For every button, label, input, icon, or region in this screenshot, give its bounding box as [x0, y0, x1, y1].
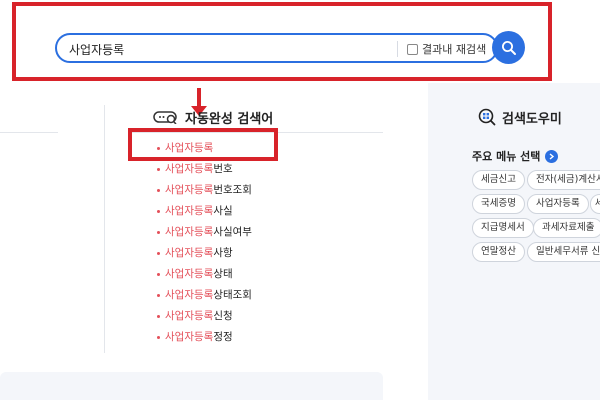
autocomplete-item[interactable]: 사업자등록상태조회 — [157, 285, 252, 306]
search-divider — [397, 41, 398, 57]
toggle-icon[interactable] — [153, 110, 179, 124]
menu-chip[interactable]: 지급명세서 — [472, 218, 534, 238]
menu-chip[interactable]: 연말정산 — [472, 242, 525, 262]
chevron-right-icon[interactable] — [545, 149, 559, 163]
menu-select-header[interactable]: 주요 메뉴 선택 — [472, 147, 559, 165]
search-button[interactable] — [492, 31, 525, 64]
search-help-icon — [478, 108, 496, 126]
menu-chip[interactable]: 국세증명 — [472, 194, 525, 214]
autocomplete-title: 자동완성 검색어 — [185, 111, 274, 127]
menu-select-title: 주요 메뉴 선택 — [472, 150, 541, 163]
autocomplete-item[interactable]: 사업자등록사실여부 — [157, 222, 252, 243]
bottom-panel — [0, 372, 383, 400]
divider — [104, 105, 105, 353]
autocomplete-item[interactable]: 사업자등록번호 — [157, 159, 252, 180]
menu-chip[interactable]: 일반세무서류 신청 — [527, 242, 600, 262]
search-input[interactable] — [69, 40, 379, 58]
annotation-box-first-item — [128, 128, 278, 161]
autocomplete-item[interactable]: 사업자등록상태 — [157, 264, 252, 285]
recheck-label: 결과내 재검색 — [422, 43, 487, 56]
recheck-checkbox[interactable] — [407, 43, 418, 55]
menu-chip[interactable]: 전자(세금)계산서 — [527, 170, 600, 190]
autocomplete-item[interactable]: 사업자등록신청 — [157, 306, 252, 327]
autocomplete-item[interactable]: 사업자등록정정 — [157, 327, 252, 348]
autocomplete-header: 자동완성 검색어 — [153, 106, 273, 128]
search-icon — [501, 40, 516, 55]
menu-chip[interactable]: 세금신고 — [472, 170, 525, 190]
autocomplete-list: 사업자등록 사업자등록번호 사업자등록번호조회 사업자등록사실 사업자등록사실여… — [157, 138, 252, 348]
help-header: 검색도우미 — [478, 106, 562, 128]
divider — [0, 132, 58, 133]
autocomplete-item[interactable]: 사업자등록번호조회 — [157, 180, 252, 201]
menu-chip[interactable]: 사업자등록 — [527, 194, 589, 214]
autocomplete-item[interactable]: 사업자등록사실 — [157, 201, 252, 222]
search-bar[interactable]: 결과내 재검색 — [55, 33, 498, 63]
help-title: 검색도우미 — [502, 111, 562, 127]
autocomplete-item[interactable]: 사업자등록사항 — [157, 243, 252, 264]
menu-chip[interactable]: 과세자료제출 — [533, 218, 600, 238]
recheck-option[interactable]: 결과내 재검색 — [407, 40, 486, 58]
